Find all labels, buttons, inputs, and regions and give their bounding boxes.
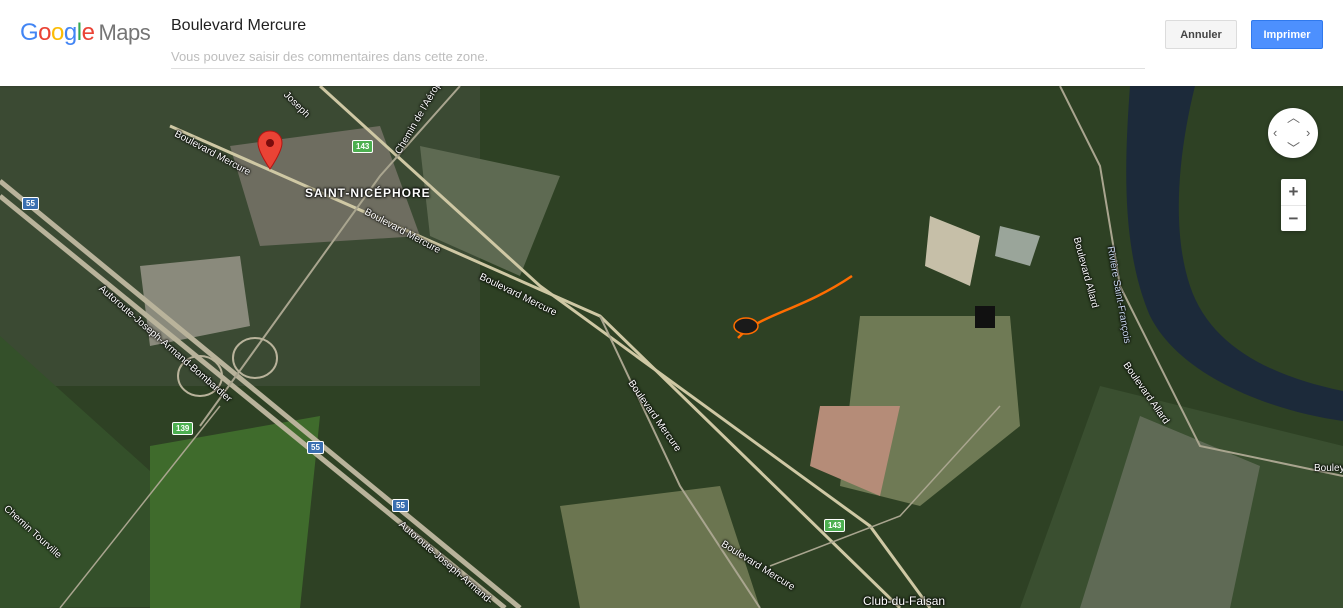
page-title: Boulevard Mercure: [171, 17, 307, 34]
route-shield-55: 55: [392, 499, 409, 512]
header-bar: GoogleMaps Boulevard Mercure Annuler Imp…: [0, 0, 1343, 86]
route-shield-139: 139: [172, 422, 194, 435]
cancel-button[interactable]: Annuler: [1165, 20, 1237, 49]
route-shield-55: 55: [307, 441, 324, 454]
label-boulevard-partial: Bouley: [1314, 463, 1343, 474]
zoom-control: + −: [1281, 179, 1306, 231]
route-shield-143: 143: [824, 519, 846, 532]
location-pin-icon[interactable]: [257, 130, 283, 170]
pan-left-icon[interactable]: ‹: [1273, 126, 1277, 139]
satellite-imagery: [0, 86, 1343, 608]
label-club-du-faisan: Club-du-Faisan: [863, 594, 946, 608]
pan-control[interactable]: ︿ ﹀ ‹ ›: [1268, 108, 1318, 158]
map-view[interactable]: SAINT-NICÉPHORE Boulevard Mercure Boulev…: [0, 86, 1343, 608]
google-maps-logo: Google Maps: [20, 19, 151, 46]
notes-input[interactable]: [171, 44, 1145, 69]
pan-up-icon[interactable]: ︿: [1287, 111, 1300, 124]
zoom-out-button[interactable]: −: [1281, 206, 1306, 232]
route-shield-143: 143: [352, 140, 374, 153]
route-shield-55: 55: [22, 197, 39, 210]
pan-right-icon[interactable]: ›: [1306, 126, 1310, 139]
zoom-in-button[interactable]: +: [1281, 179, 1306, 206]
pan-down-icon[interactable]: ﹀: [1287, 142, 1300, 155]
label-saint-nicephore: SAINT-NICÉPHORE: [305, 186, 431, 200]
logo-suffix: Maps: [98, 20, 151, 45]
print-button[interactable]: Imprimer: [1251, 20, 1323, 49]
